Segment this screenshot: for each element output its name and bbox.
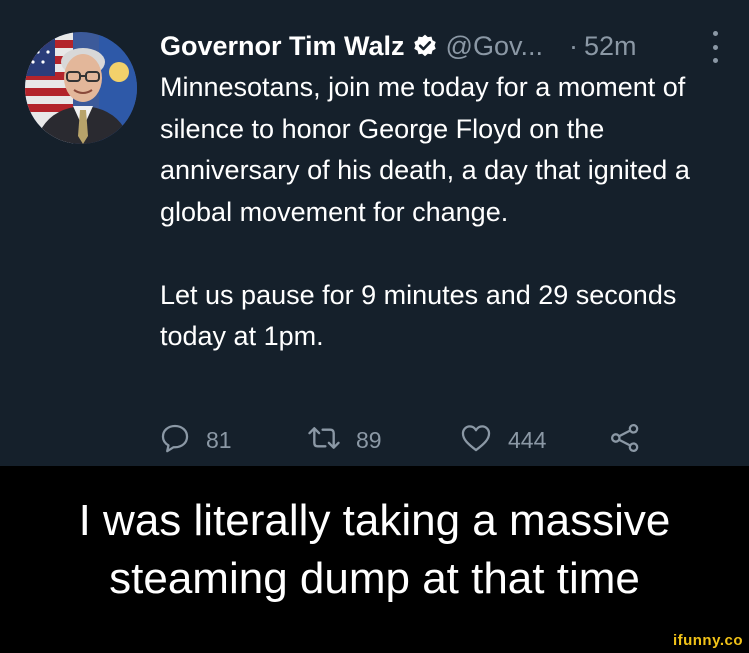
more-icon[interactable]	[707, 31, 723, 63]
reply-button[interactable]: 81	[158, 420, 232, 460]
share-button[interactable]	[608, 420, 642, 460]
share-icon	[608, 421, 642, 460]
avatar-portrait	[25, 32, 137, 144]
like-count: 444	[508, 426, 547, 453]
retweet-button[interactable]: 89	[306, 420, 382, 460]
avatar[interactable]	[25, 32, 137, 144]
tweet-paragraph: Let us pause for 9 minutes and 29 second…	[160, 279, 677, 352]
author-handle[interactable]: @Gov...	[446, 31, 543, 62]
tweet-text: Minnesotans, join me today for a moment …	[160, 67, 730, 358]
tweet-actions: 81 89 444	[158, 420, 658, 460]
retweet-count: 89	[356, 426, 382, 453]
author-name[interactable]: Governor Tim Walz	[160, 31, 405, 62]
like-button[interactable]: 444	[458, 420, 546, 460]
ifunny-watermark: ifunny.co	[672, 632, 743, 649]
tweet-timestamp[interactable]: 52m	[584, 31, 637, 62]
meme-caption: I was literally taking a massive steamin…	[0, 492, 749, 608]
tweet-card[interactable]: Governor Tim Walz @Gov... · 52m Minnesot…	[0, 0, 749, 466]
tweet-paragraph: Minnesotans, join me today for a moment …	[160, 72, 690, 227]
caption-line: I was literally taking a massive	[78, 496, 671, 545]
separator-dot: ·	[568, 30, 578, 61]
reply-icon	[158, 421, 192, 460]
verified-badge-icon	[412, 33, 438, 59]
like-icon	[458, 421, 494, 460]
reply-count: 81	[206, 426, 232, 453]
tweet-header: Governor Tim Walz @Gov... · 52m	[160, 26, 740, 66]
caption-line: steaming dump at that time	[109, 554, 640, 603]
retweet-icon	[306, 421, 342, 460]
